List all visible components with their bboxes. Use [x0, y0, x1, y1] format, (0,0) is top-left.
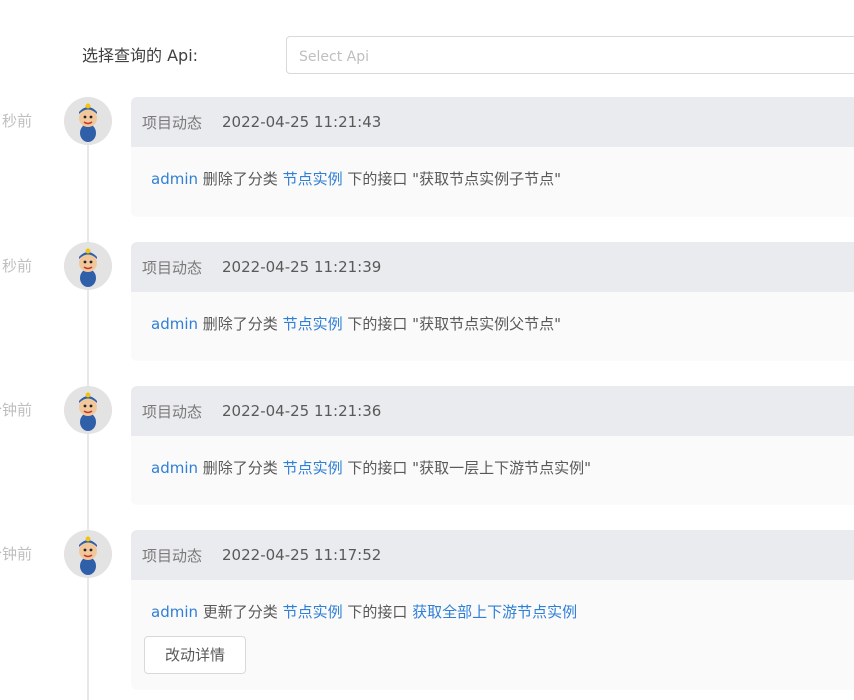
activity-type: 项目动态	[142, 258, 203, 277]
user-avatar[interactable]	[64, 386, 112, 434]
user-link[interactable]: admin	[151, 603, 198, 621]
time-ago: 秒前	[1, 257, 32, 275]
card-body: admin 删除了分类 节点实例 下的接口 "获取一层上下游节点实例"	[131, 436, 854, 480]
category-link[interactable]: 节点实例	[283, 170, 343, 188]
interface-name: "获取节点实例父节点"	[412, 315, 561, 333]
change-details-button[interactable]: 改动详情	[144, 636, 247, 674]
action-text: 删除了分类	[202, 315, 278, 333]
action-text-mid: 下的接口	[347, 603, 408, 621]
card-body: admin 删除了分类 节点实例 下的接口 "获取节点实例子节点"	[131, 147, 854, 191]
category-link[interactable]: 节点实例	[283, 315, 343, 333]
action-text-mid: 下的接口	[347, 459, 408, 477]
card-header: 项目动态 2022-04-25 11:21:39	[131, 242, 854, 292]
interface-name: "获取节点实例子节点"	[412, 170, 561, 188]
activity-card: 项目动态 2022-04-25 11:21:39 admin 删除了分类 节点实…	[131, 242, 854, 361]
activity-card: 项目动态 2022-04-25 11:21:43 admin 删除了分类 节点实…	[131, 97, 854, 217]
mascot-avatar-icon	[64, 97, 112, 145]
user-link[interactable]: admin	[151, 459, 198, 477]
card-header: 项目动态 2022-04-25 11:21:43	[131, 97, 854, 147]
time-ago: 分钟前	[0, 545, 32, 563]
activity-type: 项目动态	[142, 113, 203, 132]
card-body: admin 更新了分类 节点实例 下的接口 获取全部上下游节点实例 改动详情	[131, 580, 854, 674]
category-link[interactable]: 节点实例	[283, 459, 343, 477]
action-text: 更新了分类	[202, 603, 278, 621]
user-avatar[interactable]	[64, 242, 112, 290]
activity-type: 项目动态	[142, 402, 203, 421]
api-filter-label: 选择查询的 Api:	[82, 46, 199, 65]
activity-date: 2022-04-25 11:17:52	[222, 546, 382, 564]
user-avatar[interactable]	[64, 97, 112, 145]
action-text: 删除了分类	[202, 459, 278, 477]
activity-date: 2022-04-25 11:21:39	[222, 258, 382, 276]
api-select[interactable]: Select Api	[286, 36, 854, 74]
card-header: 项目动态 2022-04-25 11:17:52	[131, 530, 854, 580]
user-link[interactable]: admin	[151, 315, 198, 333]
action-text: 删除了分类	[202, 170, 278, 188]
time-ago: 分钟前	[0, 401, 32, 419]
activity-card: 项目动态 2022-04-25 11:17:52 admin 更新了分类 节点实…	[131, 530, 854, 690]
api-select-placeholder: Select Api	[299, 49, 369, 65]
mascot-avatar-icon	[64, 386, 112, 434]
activity-card: 项目动态 2022-04-25 11:21:36 admin 删除了分类 节点实…	[131, 386, 854, 505]
mascot-avatar-icon	[64, 530, 112, 578]
interface-link[interactable]: 获取全部上下游节点实例	[412, 603, 577, 621]
activity-date: 2022-04-25 11:21:36	[222, 402, 382, 420]
mascot-avatar-icon	[64, 242, 112, 290]
activity-type: 项目动态	[142, 546, 203, 565]
user-link[interactable]: admin	[151, 170, 198, 188]
activity-date: 2022-04-25 11:21:43	[222, 113, 382, 131]
card-body: admin 删除了分类 节点实例 下的接口 "获取节点实例父节点"	[131, 292, 854, 336]
category-link[interactable]: 节点实例	[283, 603, 343, 621]
action-text-mid: 下的接口	[347, 315, 408, 333]
interface-name: "获取一层上下游节点实例"	[412, 459, 591, 477]
time-ago: 秒前	[1, 112, 32, 130]
user-avatar[interactable]	[64, 530, 112, 578]
card-header: 项目动态 2022-04-25 11:21:36	[131, 386, 854, 436]
action-text-mid: 下的接口	[347, 170, 408, 188]
